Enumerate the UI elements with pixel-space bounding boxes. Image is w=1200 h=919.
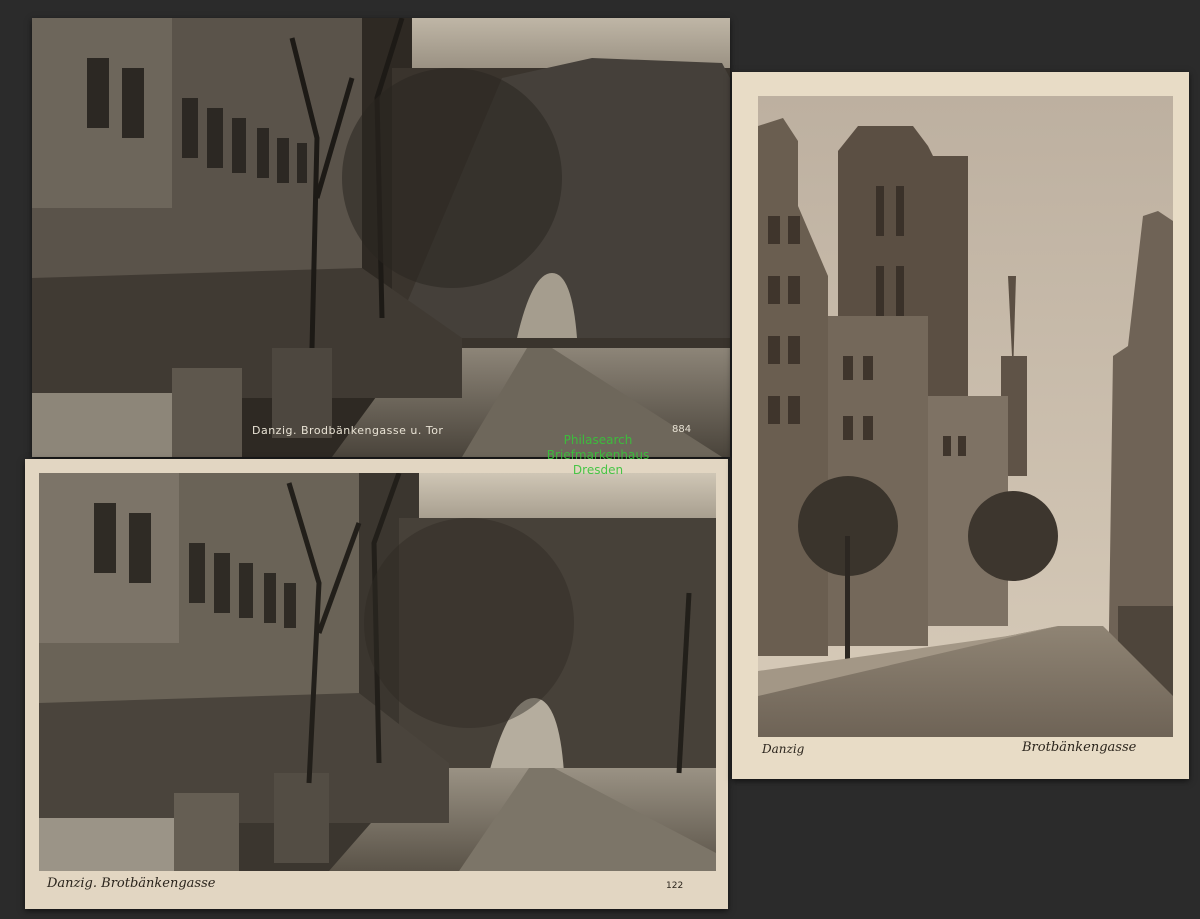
postcard-top-number: 884 bbox=[672, 424, 692, 435]
postcard-top-caption: Danzig. Brodbänkengasse u. Tor bbox=[252, 424, 444, 437]
watermark-line-2: Briefmarkenhaus bbox=[546, 448, 650, 462]
postcard-bottom: Danzig. Brotbänkengasse 122 bbox=[25, 459, 728, 909]
postcard-top: Danzig. Brodbänkengasse u. Tor 884 bbox=[32, 18, 730, 457]
street-photo-top bbox=[32, 18, 730, 457]
street-photo-bottom bbox=[39, 473, 716, 871]
street-photo-right bbox=[758, 96, 1173, 737]
postcard-bottom-number: 122 bbox=[666, 881, 684, 891]
postcard-bottom-caption: Danzig. Brotbänkengasse bbox=[47, 876, 216, 891]
seller-watermark: Philasearch Briefmarkenhaus Dresden bbox=[536, 433, 660, 478]
watermark-line-3: Dresden bbox=[572, 463, 624, 477]
watermark-line-1: Philasearch bbox=[563, 433, 633, 447]
postcard-right: Danzig Brotbänkengasse bbox=[732, 72, 1189, 779]
postcard-right-caption-left: Danzig bbox=[762, 742, 805, 756]
postcard-right-caption-right: Brotbänkengasse bbox=[1022, 740, 1137, 755]
